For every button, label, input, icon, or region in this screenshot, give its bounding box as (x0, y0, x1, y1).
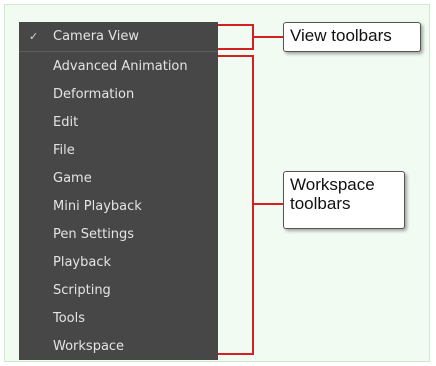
menu-item-label: Deformation (53, 87, 135, 102)
menu-item-workspace[interactable]: Workspace (19, 333, 218, 361)
menu-item-game[interactable]: Game (19, 165, 218, 193)
menu-item-scripting[interactable]: Scripting (19, 277, 218, 305)
menu-item-advanced-animation[interactable]: Advanced Animation (19, 53, 218, 81)
menu-item-file[interactable]: File (19, 137, 218, 165)
menu-item-label: Scripting (53, 283, 111, 298)
toolbars-menu: ✓ Camera View Advanced Animation Deforma… (19, 22, 218, 360)
view-toolbars-bracket (218, 24, 254, 50)
menu-item-label: Playback (53, 255, 112, 270)
menu-item-pen-settings[interactable]: Pen Settings (19, 221, 218, 249)
workspace-toolbars-callout: Workspace toolbars (283, 171, 405, 229)
workspace-toolbars-connector (252, 203, 284, 205)
menu-item-label: Workspace (53, 339, 125, 354)
workspace-toolbars-bracket (218, 55, 254, 355)
menu-item-label: Tools (53, 311, 86, 326)
menu-item-label: Game (53, 171, 92, 186)
menu-item-label: File (53, 143, 75, 158)
menu-item-mini-playback[interactable]: Mini Playback (19, 193, 218, 221)
menu-item-label: Pen Settings (53, 227, 135, 242)
menu-separator (19, 51, 218, 52)
menu-item-label: Edit (53, 115, 79, 130)
menu-item-tools[interactable]: Tools (19, 305, 218, 333)
menu-item-deformation[interactable]: Deformation (19, 81, 218, 109)
menu-item-playback[interactable]: Playback (19, 249, 218, 277)
menu-item-label: Advanced Animation (53, 59, 188, 74)
menu-item-label: Camera View (53, 29, 139, 44)
menu-item-camera-view[interactable]: ✓ Camera View (19, 23, 218, 51)
menu-item-edit[interactable]: Edit (19, 109, 218, 137)
view-toolbars-callout: View toolbars (283, 22, 421, 52)
view-toolbars-connector (252, 36, 284, 38)
menu-item-label: Mini Playback (53, 199, 142, 214)
checkmark-icon: ✓ (29, 30, 39, 43)
